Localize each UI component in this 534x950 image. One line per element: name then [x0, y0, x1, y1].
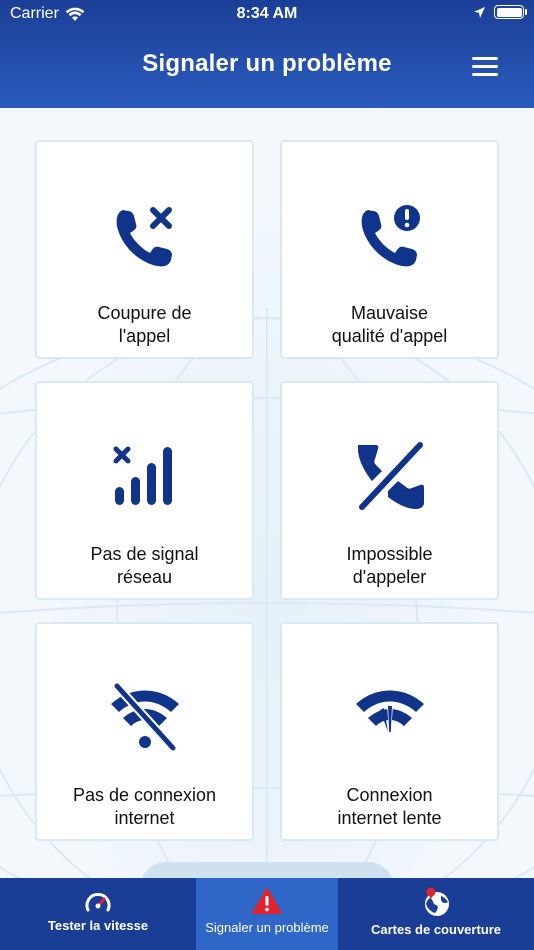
tab-label: Signaler un problème [205, 920, 329, 935]
no-signal-bars-icon [113, 446, 172, 505]
card-call-drop[interactable]: Coupure de l'appel [35, 140, 254, 359]
main-content[interactable]: Coupure de l'appel Mauvaise qualité d'ap… [0, 108, 534, 878]
tab-coverage-maps[interactable]: Cartes de couverture [338, 878, 534, 950]
tab-speed-test[interactable]: Tester la vitesse [0, 878, 196, 950]
battery-icon [494, 5, 527, 19]
page-title: Signaler un problème [142, 50, 392, 77]
phone-alert-icon [361, 205, 420, 267]
card-slow-internet[interactable]: Connexion internet lente [280, 622, 499, 841]
tab-label: Cartes de couverture [370, 922, 502, 937]
card-no-network-signal[interactable]: Pas de signal réseau [35, 381, 254, 600]
card-label: Pas de signal réseau [90, 544, 199, 587]
tab-report-problem[interactable]: Signaler un problème [196, 878, 338, 950]
top-bar: Carrier 8:34 AM Signaler un problème [0, 0, 534, 108]
card-label: Mauvaise qualité d'appel [331, 303, 448, 346]
status-time: 8:34 AM [236, 5, 298, 22]
tab-bar: Tester la vitesse Signaler un problème C… [0, 878, 534, 950]
card-bad-call-quality[interactable]: Mauvaise qualité d'appel [280, 140, 499, 359]
status-bar: Carrier 8:34 AM [0, 0, 534, 28]
location-arrow-icon [474, 6, 485, 18]
card-label: Coupure de l'appel [97, 303, 192, 346]
hamburger-menu-icon[interactable] [472, 57, 498, 77]
status-right [473, 5, 527, 19]
scroll-hint-panel [140, 862, 394, 878]
problem-grid: Coupure de l'appel Mauvaise qualité d'ap… [35, 140, 499, 841]
globe-pin-icon [425, 887, 449, 916]
phone-x-icon [116, 207, 172, 267]
phone-slash-icon [357, 442, 424, 510]
card-label: Connexion internet lente [337, 785, 442, 828]
wifi-off-icon [110, 682, 179, 753]
card-no-internet[interactable]: Pas de connexion internet [35, 622, 254, 841]
wifi-weak-icon [355, 690, 424, 734]
speedometer-icon [85, 892, 111, 912]
tab-label: Tester la vitesse [47, 918, 149, 933]
card-label: Pas de connexion internet [72, 785, 217, 828]
warning-triangle-icon [252, 888, 282, 914]
card-cannot-call[interactable]: Impossible d'appeler [280, 381, 499, 600]
card-label: Impossible d'appeler [346, 544, 433, 587]
